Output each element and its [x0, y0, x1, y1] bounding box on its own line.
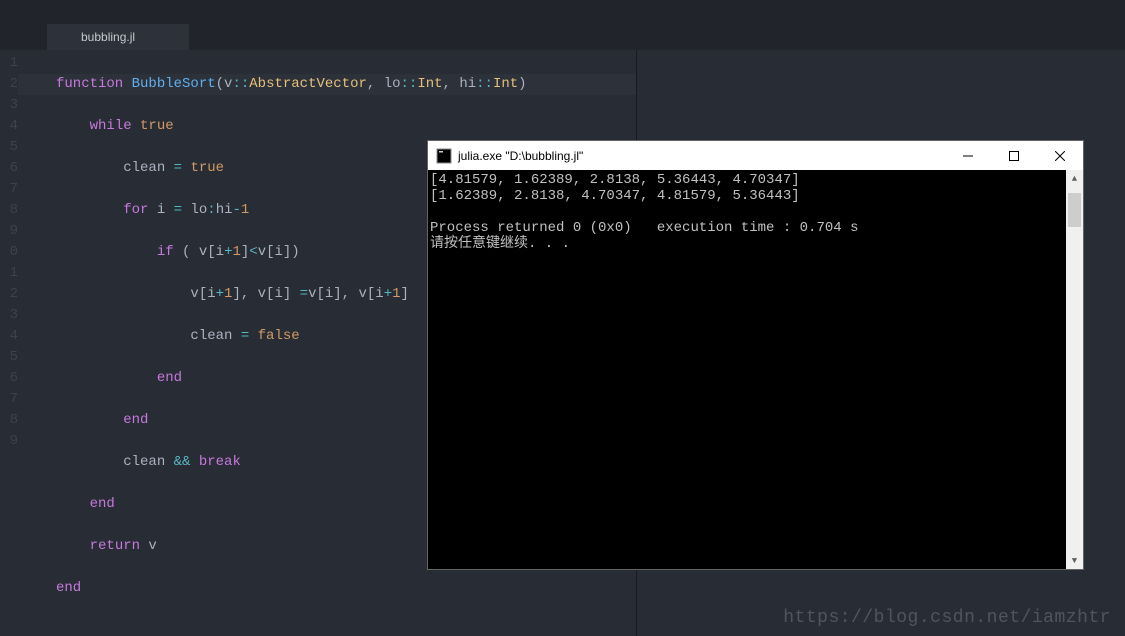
terminal-scrollbar[interactable]: ▲ ▼ [1066, 170, 1083, 569]
minimize-button[interactable] [945, 141, 991, 170]
code-line[interactable] [56, 620, 636, 636]
line-number: 0 [0, 242, 18, 263]
line-number: 6 [0, 158, 18, 179]
terminal-output[interactable]: [4.81579, 1.62389, 2.8138, 5.36443, 4.70… [428, 170, 1083, 569]
code-line[interactable]: while true [56, 116, 636, 137]
line-number: 8 [0, 410, 18, 431]
line-number: 2 [0, 74, 18, 95]
code-line[interactable]: function BubbleSort(v::AbstractVector, l… [18, 74, 636, 95]
line-number: 4 [0, 326, 18, 347]
line-number: 1 [0, 263, 18, 284]
terminal-line: Process returned 0 (0x0) execution time … [430, 220, 858, 236]
line-number: 2 [0, 284, 18, 305]
watermark-text: https://blog.csdn.net/iamzhtr [783, 608, 1111, 628]
close-button[interactable] [1037, 141, 1083, 170]
terminal-window[interactable]: julia.exe "D:\bubbling.jl" [4.81579, 1.6… [427, 140, 1084, 570]
code-line[interactable]: end [56, 578, 636, 599]
tabs-bar: bubbling.jl [0, 24, 1125, 50]
titlebar-strip [0, 0, 1125, 24]
scroll-up-icon[interactable]: ▲ [1066, 170, 1083, 187]
terminal-line: [4.81579, 1.62389, 2.8138, 5.36443, 4.70… [430, 172, 800, 188]
maximize-button[interactable] [991, 141, 1037, 170]
scroll-down-icon[interactable]: ▼ [1066, 552, 1083, 569]
tabs-gutter-spacer [0, 24, 47, 50]
tab-file[interactable]: bubbling.jl [47, 24, 189, 50]
line-number: 3 [0, 95, 18, 116]
line-number: 5 [0, 137, 18, 158]
terminal-title: julia.exe "D:\bubbling.jl" [458, 149, 945, 163]
line-number: 5 [0, 347, 18, 368]
scroll-thumb[interactable] [1068, 193, 1081, 227]
line-number: 8 [0, 200, 18, 221]
terminal-line: [1.62389, 2.8138, 4.70347, 4.81579, 5.36… [430, 188, 800, 204]
terminal-line: 请按任意键继续. . . [430, 236, 570, 252]
line-number: 7 [0, 389, 18, 410]
line-number: 3 [0, 305, 18, 326]
line-gutter: 1 2 3 4 5 6 7 8 9 0 1 2 3 4 5 6 7 8 9 [0, 50, 18, 636]
line-number: 7 [0, 179, 18, 200]
line-number: 9 [0, 431, 18, 452]
app-icon [436, 148, 452, 164]
line-number: 4 [0, 116, 18, 137]
line-number: 1 [0, 53, 18, 74]
line-number: 6 [0, 368, 18, 389]
terminal-titlebar[interactable]: julia.exe "D:\bubbling.jl" [428, 141, 1083, 170]
line-number: 9 [0, 221, 18, 242]
